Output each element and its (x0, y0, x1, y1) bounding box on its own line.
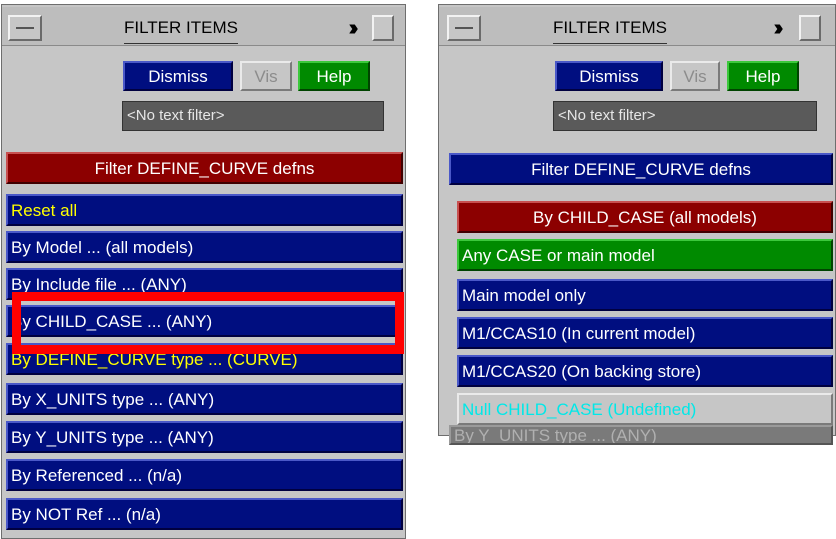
option-ccas10[interactable]: M1/CCAS10 (In current model) (457, 317, 833, 349)
filter-items-panel-right: FILTER ITEMS ›› Dismiss Vis Help <No tex… (438, 4, 836, 445)
dismiss-button[interactable]: Dismiss (555, 61, 663, 91)
help-button[interactable]: Help (727, 61, 799, 91)
by-not-ref-item[interactable]: By NOT Ref ... (n/a) (6, 498, 403, 530)
panel-title: FILTER ITEMS (124, 15, 238, 44)
vis-button[interactable]: Vis (240, 61, 292, 91)
title-bar: FILTER ITEMS ›› (439, 7, 835, 46)
behind-row: By Y_UNITS type ... (ANY) (449, 425, 833, 445)
reset-all-item[interactable]: Reset all (6, 194, 403, 226)
by-x-units-item[interactable]: By X_UNITS type ... (ANY) (6, 383, 403, 415)
panel-title: FILTER ITEMS (553, 15, 667, 44)
text-filter-field[interactable]: <No text filter> (553, 101, 817, 131)
vis-button[interactable]: Vis (670, 61, 720, 91)
dismiss-button[interactable]: Dismiss (123, 61, 233, 91)
text-filter-field[interactable]: <No text filter> (122, 101, 384, 131)
minimize-button[interactable] (8, 15, 42, 41)
filter-header: Filter DEFINE_CURVE defns (449, 153, 833, 185)
filter-header: Filter DEFINE_CURVE defns (6, 152, 403, 184)
close-button[interactable] (799, 15, 821, 41)
title-bar: FILTER ITEMS ›› (2, 7, 405, 46)
by-model-item[interactable]: By Model ... (all models) (6, 231, 403, 263)
expand-icon[interactable]: ›› (761, 15, 791, 41)
by-referenced-item[interactable]: By Referenced ... (n/a) (6, 459, 403, 491)
filter-items-panel-left: FILTER ITEMS ›› Dismiss Vis Help <No tex… (1, 4, 406, 539)
minimize-button[interactable] (447, 15, 481, 41)
highlight-box (12, 292, 404, 354)
child-case-popup-header: By CHILD_CASE (all models) (457, 201, 833, 233)
option-null-child-case[interactable]: Null CHILD_CASE (Undefined) (457, 393, 833, 425)
help-button[interactable]: Help (298, 61, 370, 91)
close-button[interactable] (372, 15, 394, 41)
by-y-units-item[interactable]: By Y_UNITS type ... (ANY) (6, 421, 403, 453)
option-any-case[interactable]: Any CASE or main model (457, 239, 833, 271)
option-main-model-only[interactable]: Main model only (457, 279, 833, 311)
option-ccas20[interactable]: M1/CCAS20 (On backing store) (457, 355, 833, 387)
expand-icon[interactable]: ›› (336, 15, 366, 41)
